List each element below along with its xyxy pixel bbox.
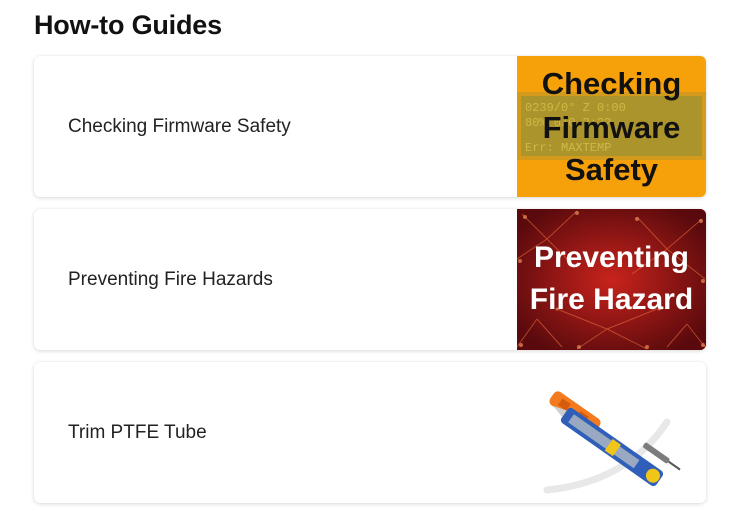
guide-card-label: Preventing Fire Hazards (68, 268, 273, 290)
guide-card-label: Checking Firmware Safety (68, 115, 291, 137)
thumb-title-line: Preventing (533, 241, 690, 274)
guide-thumbnail-firmware: 0239/0° Z 0:00 80% 0/0 ?:?? Err: MAXTEMP… (517, 56, 706, 197)
thumb-title-line: Firmware (542, 110, 681, 145)
thumb-title-line: Safety (564, 152, 659, 187)
page-title: How-to Guides (34, 10, 222, 40)
guide-list: Checking Firmware Safety 0239/0° Z 0:00 … (34, 56, 706, 515)
tube-cutter-tools-icon (543, 391, 681, 494)
guide-thumbnail-ptfe (517, 362, 706, 503)
thumb-title-line: Fire Hazard (529, 283, 694, 316)
thumb-title-line: Checking (541, 66, 682, 101)
guide-card-firmware-safety[interactable]: Checking Firmware Safety 0239/0° Z 0:00 … (34, 56, 706, 197)
guide-card-label: Trim PTFE Tube (68, 421, 207, 443)
guide-card-trim-ptfe[interactable]: Trim PTFE Tube (34, 362, 706, 503)
fireworks-graphic (517, 209, 706, 350)
guide-card-fire-hazards[interactable]: Preventing Fire Hazards Preventing Fire … (34, 209, 706, 350)
guide-thumbnail-fire: Preventing Fire Hazard (517, 209, 706, 350)
